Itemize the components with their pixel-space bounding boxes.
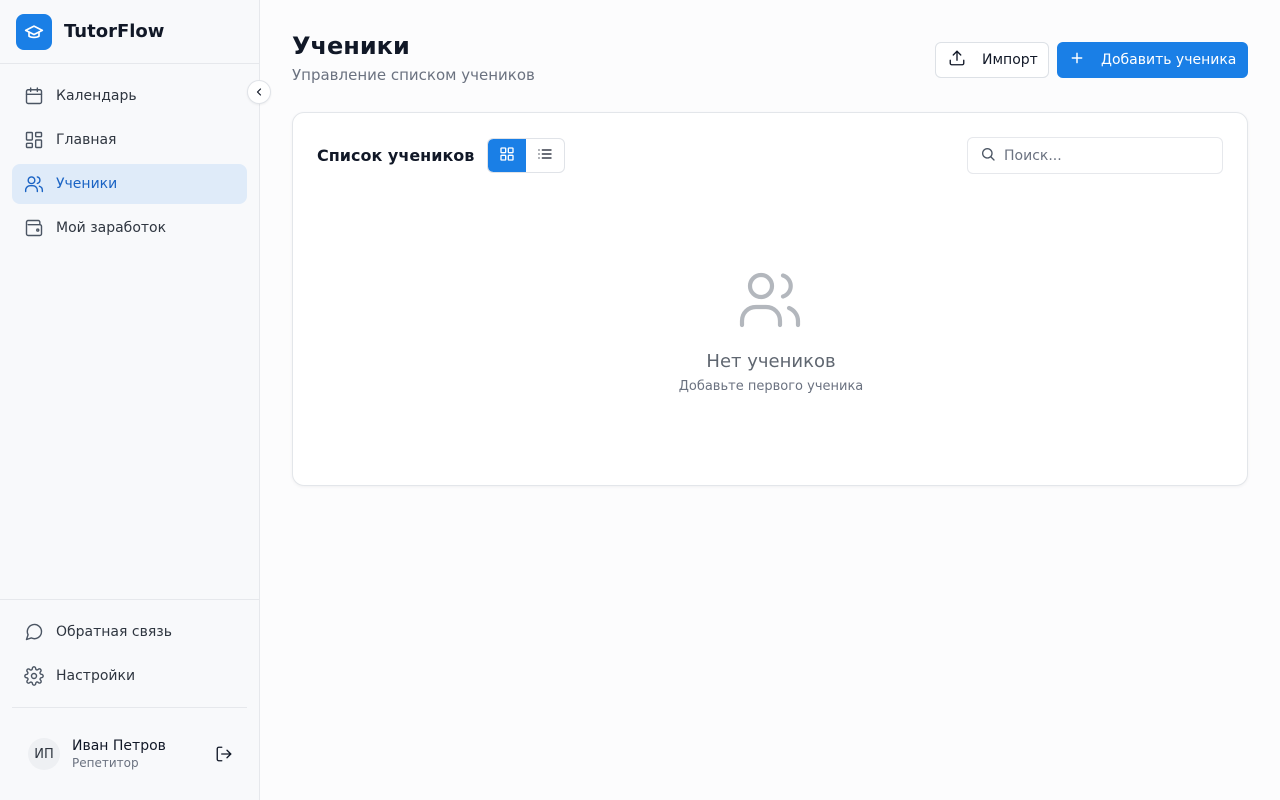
dashboard-icon — [24, 130, 44, 150]
list-view-button[interactable] — [526, 139, 564, 172]
wallet-icon — [24, 218, 44, 238]
logout-icon[interactable] — [214, 744, 234, 764]
sidebar-item-calendar[interactable]: Календарь — [12, 76, 247, 116]
add-student-button[interactable]: Добавить ученика — [1057, 42, 1248, 78]
import-button-label: Импорт — [982, 52, 1038, 68]
user-info: Иван Петров Репетитор — [72, 738, 166, 770]
view-toggle — [487, 138, 565, 173]
divider — [12, 707, 247, 708]
sidebar-item-home[interactable]: Главная — [12, 120, 247, 160]
user-name: Иван Петров — [72, 738, 166, 754]
sidebar-item-feedback[interactable]: Обратная связь — [12, 612, 247, 652]
page-subtitle: Управление списком учеников — [292, 66, 535, 84]
sidebar: TutorFlow Календарь Главная Ученики Мой … — [0, 0, 260, 800]
page-title: Ученики — [292, 32, 410, 60]
empty-state-subtitle: Добавьте первого ученика — [678, 379, 864, 394]
sidebar-item-label: Главная — [56, 132, 117, 148]
main-nav: Календарь Главная Ученики Мой заработок — [12, 76, 247, 252]
graduation-cap-icon — [16, 13, 52, 50]
empty-state-title: Нет учеников — [706, 351, 836, 372]
search-field — [967, 137, 1223, 174]
plus-icon — [1069, 50, 1085, 70]
import-button[interactable]: Импорт — [935, 42, 1049, 78]
bottom-nav: Обратная связь Настройки — [0, 599, 259, 700]
brand: TutorFlow — [0, 0, 259, 64]
search-input[interactable] — [1004, 147, 1204, 164]
students-card: Список учеников Поиск... Нет учеников До… — [292, 112, 1248, 486]
sidebar-item-label: Мой заработок — [56, 220, 167, 236]
upload-icon — [948, 49, 966, 71]
gear-icon — [24, 666, 44, 686]
users-icon — [24, 174, 44, 194]
search-icon — [980, 146, 996, 166]
card-title: Список учеников — [317, 146, 475, 165]
user-profile: ИП Иван Петров Репетитор — [28, 734, 248, 774]
sidebar-item-label: Обратная связь — [56, 624, 172, 640]
collapse-sidebar-button[interactable] — [247, 80, 271, 104]
sidebar-item-label: Календарь — [56, 88, 137, 104]
grid-view-button[interactable] — [488, 139, 526, 172]
list-icon — [537, 146, 553, 166]
sidebar-item-label: Настройки — [56, 668, 136, 684]
avatar[interactable]: ИП — [28, 738, 60, 770]
add-student-button-label: Добавить ученика — [1101, 52, 1237, 68]
user-role: Репетитор — [72, 756, 139, 770]
sidebar-item-students[interactable]: Ученики — [12, 164, 247, 204]
chevron-left-icon — [253, 83, 265, 102]
sidebar-item-label: Ученики — [56, 176, 118, 192]
sidebar-item-earnings[interactable]: Мой заработок — [12, 208, 247, 248]
grid-icon — [499, 146, 515, 166]
calendar-icon — [24, 86, 44, 106]
app-name: TutorFlow — [64, 21, 165, 42]
users-icon — [739, 271, 801, 329]
sidebar-item-settings[interactable]: Настройки — [12, 656, 247, 696]
message-circle-icon — [24, 622, 44, 642]
